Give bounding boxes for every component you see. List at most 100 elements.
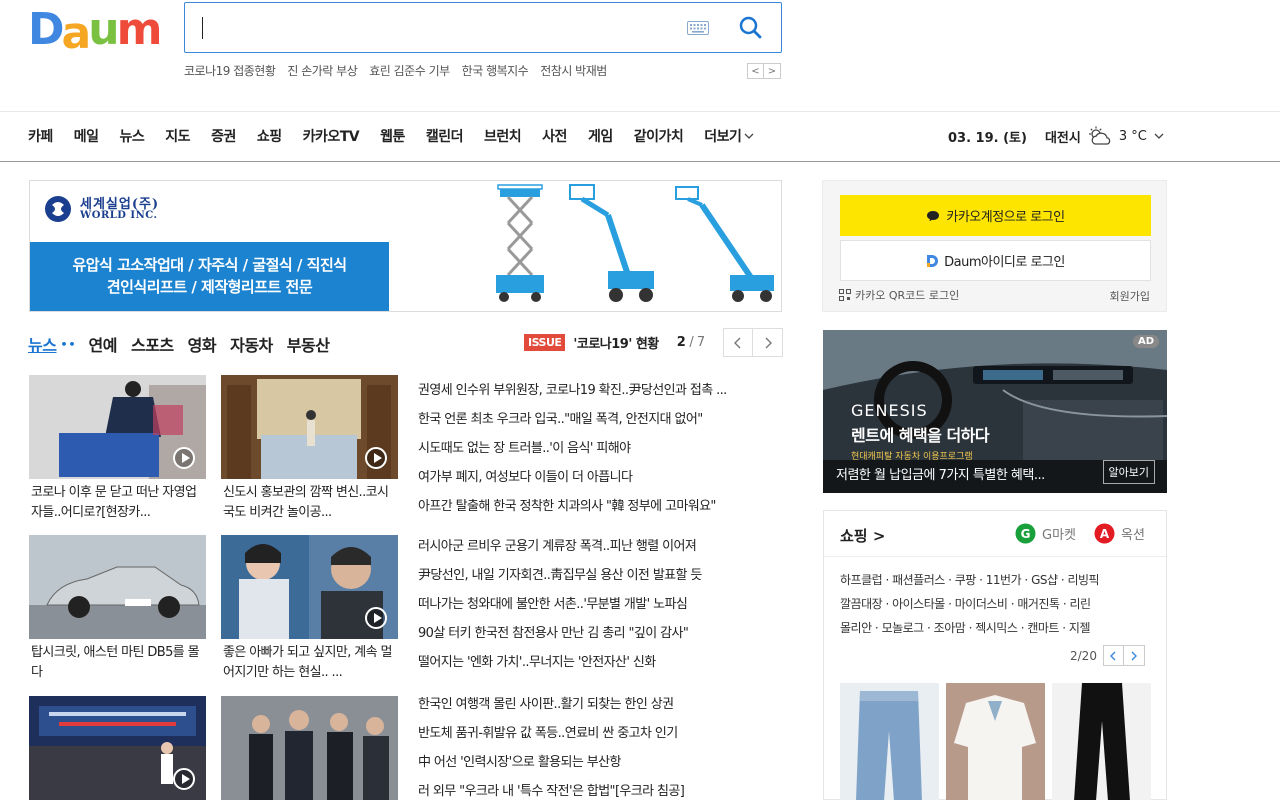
headline-link[interactable]: 러 외무 "우크라 내 '특수 작전'은 합법"[우크라 침공]	[418, 777, 780, 800]
nav-stock[interactable]: 증권	[211, 126, 236, 146]
headline-link[interactable]: 반도체 품귀-휘발유 값 폭등..연료비 싼 중고차 인기	[418, 719, 780, 748]
headline-link[interactable]: 尹당선인, 내일 기자회견..靑집무실 용산 이전 발표할 듯	[418, 561, 780, 590]
qr-login-link[interactable]: 카카오 QR코드 로그인	[839, 287, 959, 303]
headline-link[interactable]: 아프간 탈출해 한국 정착한 치과의사 "韓 정부에 고마워요"	[418, 492, 780, 521]
nav-game[interactable]: 게임	[588, 126, 613, 146]
trending-keyword[interactable]: 전참시 박재범	[540, 62, 607, 79]
headline-link[interactable]: 권영세 인수위 부위원장, 코로나19 확진..尹당선인과 접촉 ...	[418, 376, 780, 405]
keyboard-icon[interactable]	[687, 21, 709, 35]
nav-webtoon[interactable]: 웹툰	[380, 126, 405, 146]
news-prev-button[interactable]	[723, 328, 753, 357]
trending-keyword[interactable]: 진 손가락 부상	[287, 62, 357, 79]
shopping-link-row[interactable]: 하프클럽 · 패션플러스 · 쿠팡 · 11번가 · GS샵 · 리빙픽	[840, 568, 1152, 592]
weather-city[interactable]: 대전시	[1045, 127, 1081, 146]
trending-keyword[interactable]: 한국 행복지수	[462, 62, 529, 79]
current-date: 03. 19. (토)	[948, 130, 1027, 146]
news-thumb-card[interactable]: 탑시크릿, 애스턴 마틴 DB5를 몰다	[29, 535, 206, 683]
tab-entertainment[interactable]: 연예	[89, 332, 118, 356]
pants-product-image	[1052, 683, 1151, 800]
issue-title[interactable]: '코로나19' 현황	[573, 333, 659, 352]
login-box: 카카오계정으로 로그인 Daum아이디로 로그인 카카오 QR코드 로그인 회원…	[822, 180, 1167, 312]
nav-dictionary[interactable]: 사전	[542, 126, 567, 146]
nav-divider	[0, 161, 1280, 162]
daum-logo[interactable]: Daum	[28, 4, 164, 52]
news-thumb-caption: 코로나 이후 문 닫고 떠난 자영업자들..어디로?[현장카...	[31, 485, 197, 520]
search-input[interactable]	[199, 13, 679, 43]
ad-see-more-button[interactable]: 알아보기	[1102, 460, 1155, 484]
nav-map[interactable]: 지도	[165, 126, 190, 146]
nav-mail[interactable]: 메일	[74, 126, 99, 146]
tab-movie[interactable]: 영화	[188, 332, 217, 356]
news-thumb-image	[221, 375, 398, 479]
news-thumb-card[interactable]: 신도시 홍보관의 깜짝 변신..코시국도 비켜간 놀이공...	[221, 375, 398, 523]
headline-link[interactable]: 떨어지는 '엔화 가치'..무너지는 '안전자산' 신화	[418, 648, 780, 677]
news-thumb-card[interactable]: 코로나 이후 문 닫고 떠난 자영업자들..어디로?[현장카...	[29, 375, 206, 523]
aerial-lift-illustration	[496, 184, 774, 302]
svg-text:Daum: Daum	[28, 4, 160, 52]
nav-news[interactable]: 뉴스	[120, 126, 145, 146]
genesis-ad[interactable]: AD GENESIS 렌트에 혜택을 더하다 현대캐피탈 자동차 이용프로그램 …	[823, 330, 1167, 493]
headline-link[interactable]: 한국 언론 최초 우크라 입국.."매일 폭격, 안전지대 없어"	[418, 405, 780, 434]
product-thumb[interactable]	[1052, 683, 1151, 800]
news-thumb-card[interactable]	[29, 696, 206, 800]
kakao-login-button[interactable]: 카카오계정으로 로그인	[840, 195, 1151, 236]
nav-kakaotv[interactable]: 카카오TV	[303, 126, 360, 146]
banner-ad[interactable]: 세계실업(주) WORLD INC. 유압식 고소작업대 / 자주식 / 굴절식…	[29, 180, 782, 312]
play-icon	[173, 447, 195, 469]
shopping-next-button[interactable]	[1123, 645, 1145, 666]
tab-news[interactable]: 뉴스	[28, 332, 57, 356]
nav-together[interactable]: 같이가치	[634, 126, 684, 146]
tab-realestate[interactable]: 부동산	[287, 332, 330, 356]
auction-label: 옥션	[1121, 528, 1145, 543]
trending-next-button[interactable]: >	[764, 63, 781, 79]
trending-keyword[interactable]: 효린 김준수 기부	[369, 62, 450, 79]
shopping-title[interactable]: 쇼핑 >	[840, 525, 885, 546]
product-thumb[interactable]	[946, 683, 1045, 800]
nav-more-button[interactable]: 더보기	[704, 126, 754, 146]
page-current: 2	[676, 335, 686, 350]
news-photo	[29, 535, 206, 639]
ad-caption: 저렴한 월 납입금에 7가지 특별한 혜택...	[836, 468, 1045, 483]
news-next-button[interactable]	[753, 328, 783, 357]
headline-link[interactable]: 여가부 폐지, 여성보다 이들이 더 아픕니다	[418, 463, 780, 492]
trending-keyword[interactable]: 코로나19 접종현황	[184, 62, 276, 79]
gmarket-logo-icon: G	[1015, 523, 1036, 544]
headline-link[interactable]: 한국인 여행객 몰린 사이판..활기 되찾는 한인 상권	[418, 690, 780, 719]
headline-link[interactable]: 떠나가는 청와대에 불안한 서촌..'무분별 개발' 노파심	[418, 590, 780, 619]
news-tabs: 뉴스 •• 연예 스포츠 영화 자동차 부동산	[28, 332, 343, 356]
banner-copy: 유압식 고소작업대 / 자주식 / 굴절식 / 직진식 견인식리프트 / 제작형…	[30, 242, 389, 311]
auction-link[interactable]: A 옥션	[1094, 523, 1145, 544]
headline-link[interactable]: 시도때도 없는 장 트러블..'이 음식' 피해야	[418, 434, 780, 463]
news-thumb-card[interactable]	[221, 696, 398, 800]
nav-brunch[interactable]: 브런치	[484, 126, 522, 146]
headline-link[interactable]: 러시아군 르비우 군용기 계류장 폭격..피난 행렬 이어져	[418, 532, 780, 561]
trending-prev-button[interactable]: <	[747, 63, 764, 79]
signup-link[interactable]: 회원가입	[1110, 288, 1150, 304]
search-icon[interactable]	[738, 15, 764, 41]
news-thumb-image	[29, 535, 206, 639]
tab-auto[interactable]: 자동차	[230, 332, 273, 356]
shopping-prev-button[interactable]	[1102, 645, 1124, 666]
news-thumb-card[interactable]: 좋은 아빠가 되고 싶지만, 계속 멀어지기만 하는 현실.. ...	[221, 535, 398, 683]
header-divider	[0, 111, 1280, 112]
tab-sports[interactable]: 스포츠	[131, 332, 174, 356]
company-name-en: WORLD INC.	[80, 210, 158, 221]
temperature: 3 °C	[1118, 128, 1147, 144]
product-thumb[interactable]	[840, 683, 939, 800]
chevron-left-icon	[734, 337, 741, 348]
headline-link[interactable]: 中 어선 '인력시장'으로 활용되는 부산항	[418, 748, 780, 777]
shopping-link-row[interactable]: 깔끔대장 · 아이스타몰 · 마이더스비 · 매거진톡 · 리린	[840, 592, 1152, 616]
shopping-link-row[interactable]: 몰리안 · 모놀로그 · 조아맘 · 젝시믹스 · 캔마트 · 지젤	[840, 616, 1152, 640]
gmarket-link[interactable]: G G마켓	[1015, 523, 1076, 544]
banner-line: 견인식리프트 / 제작형리프트 전문	[106, 278, 313, 296]
chevron-left-icon	[1109, 651, 1116, 660]
play-icon	[365, 607, 387, 629]
chevron-down-icon[interactable]	[1154, 133, 1164, 140]
nav-cafe[interactable]: 카페	[28, 126, 53, 146]
search-box[interactable]	[184, 2, 782, 53]
nav-shopping[interactable]: 쇼핑	[257, 126, 282, 146]
daum-login-button[interactable]: Daum아이디로 로그인	[840, 240, 1151, 281]
nav-calendar[interactable]: 캘린더	[426, 126, 464, 146]
headline-link[interactable]: 90살 터키 한국전 참전용사 만난 김 총리 "깊이 감사"	[418, 619, 780, 648]
news-pager	[723, 328, 783, 357]
